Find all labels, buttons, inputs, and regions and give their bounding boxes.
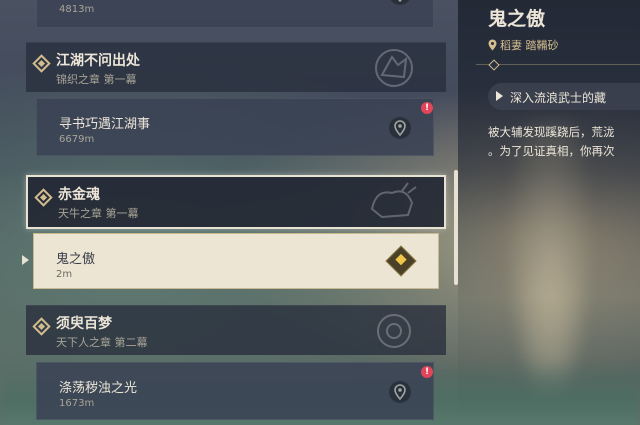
quest-distance: 6679m (59, 134, 95, 145)
description-line: 。为了见证真相，你再次 (488, 144, 615, 158)
quest-card-xunshu[interactable]: 寻书巧遇江湖事 6679m ! (36, 98, 434, 156)
quest-name: 涤荡秽浊之光 (59, 381, 138, 396)
alert-badge-icon: ! (421, 102, 433, 114)
chapter-header-xuyubaimeng[interactable]: 须臾百梦 天下人之章 第二幕 (26, 305, 446, 355)
chapter-title: 须臾百梦 (56, 316, 112, 332)
chapter-subtitle: 天下人之章 第二幕 (56, 336, 148, 349)
selection-arrow-icon (22, 255, 29, 265)
diamond-bullet-icon (34, 188, 53, 207)
chapter-emblem-icon (375, 49, 413, 87)
current-objective[interactable]: 深入流浪武士的藏 (488, 83, 640, 110)
quest-card-partial[interactable]: 4813m (36, 0, 434, 28)
chapter-header-chijinhun[interactable]: 赤金魂 天牛之章 第一幕 (26, 175, 446, 229)
location-text: 稻妻 踏鞴砂 (500, 39, 559, 52)
chapter-title: 江湖不问出处 (56, 53, 140, 69)
quest-card-didang[interactable]: 涤荡秽浊之光 1673m ! (36, 362, 434, 420)
alert-badge-icon: ! (421, 366, 433, 378)
map-pin-icon[interactable] (389, 117, 411, 139)
objective-text: 深入流浪武士的藏 (510, 91, 607, 105)
map-pin-icon[interactable] (389, 381, 411, 403)
chapter-header-jianghu[interactable]: 江湖不问出处 锦织之章 第一幕 (26, 42, 446, 92)
quest-list: 4813m 江湖不问出处 锦织之章 第一幕 寻书巧遇江湖事 6679m ! 赤金… (0, 0, 455, 425)
location-pin-icon (488, 39, 497, 51)
chapter-title: 赤金魂 (58, 187, 100, 203)
quest-card-guizhiao[interactable]: 鬼之傲 2m (33, 233, 439, 289)
detail-title: 鬼之傲 (488, 8, 546, 30)
play-arrow-icon (496, 91, 503, 101)
quest-distance: 1673m (59, 398, 95, 409)
quest-name: 鬼之傲 (56, 252, 96, 267)
diamond-bullet-icon (32, 317, 51, 336)
map-pin-icon[interactable] (389, 0, 411, 5)
diamond-bullet-icon (32, 54, 51, 73)
description-line: 被大辅发现蹊跷后，荒泷 (488, 125, 615, 139)
quest-name: 寻书巧遇江湖事 (59, 117, 151, 132)
chapter-emblem-icon (370, 182, 417, 219)
quest-marker-icon[interactable] (385, 245, 417, 277)
quest-distance: 4813m (59, 4, 95, 15)
quest-detail-panel: 鬼之傲 稻妻 踏鞴砂 深入流浪武士的藏 被大辅发现蹊跷后，荒泷 。为了见证真相，… (458, 0, 640, 425)
quest-description: 被大辅发现蹊跷后，荒泷 。为了见证真相，你再次 (488, 123, 640, 161)
chapter-emblem-icon (377, 314, 411, 348)
chapter-subtitle: 天牛之章 第一幕 (58, 207, 139, 220)
quest-distance: 2m (56, 269, 73, 280)
chapter-subtitle: 锦织之章 第一幕 (56, 73, 137, 86)
detail-divider (476, 64, 640, 65)
detail-location: 稻妻 踏鞴砂 (488, 37, 559, 53)
